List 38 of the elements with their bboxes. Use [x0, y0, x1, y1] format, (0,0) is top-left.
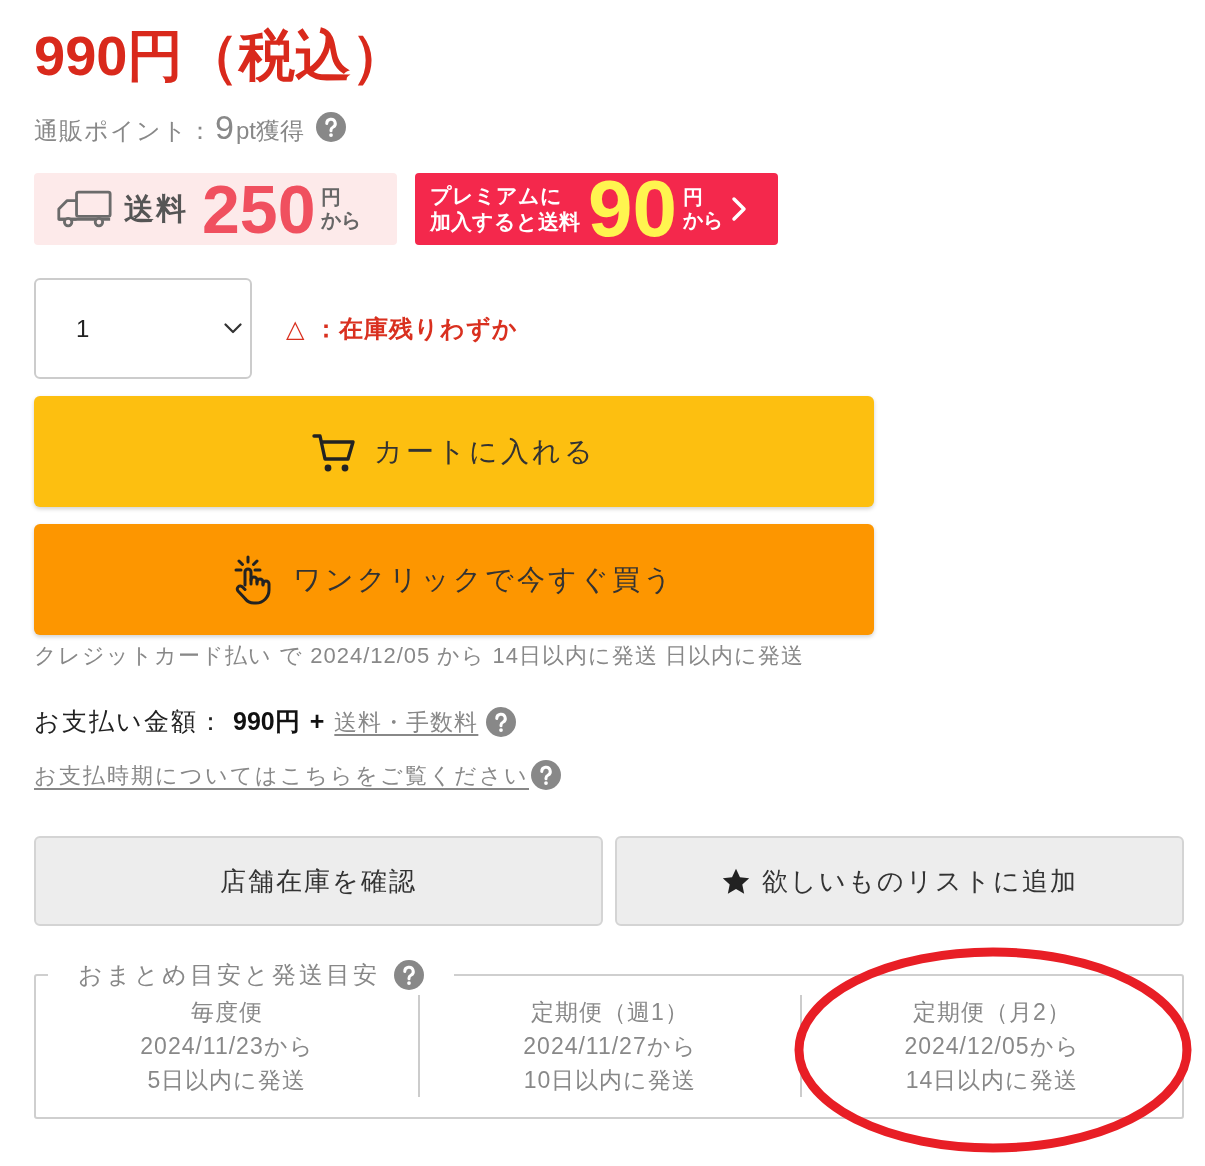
start-date: 2024/11/27から	[523, 1032, 697, 1061]
help-icon[interactable]	[394, 960, 424, 990]
payment-timing-link[interactable]: お支払時期についてはこちらをご覧ください	[34, 758, 529, 792]
payment-amount: 990円	[233, 706, 300, 738]
help-icon[interactable]	[315, 112, 346, 142]
premium-label: プレミアムに 加入すると送料	[430, 183, 580, 235]
plus-sign: +	[309, 706, 325, 738]
help-icon[interactable]	[531, 760, 561, 790]
start-date: 2024/12/05から	[904, 1032, 1080, 1061]
fee-amount: 90	[588, 173, 677, 245]
shipping-time: 14日以内に発送	[905, 1066, 1079, 1095]
shipping-label: 送料	[124, 191, 188, 227]
chevron-down-icon	[224, 323, 242, 334]
start-date: 2024/11/23から	[140, 1032, 314, 1061]
star-icon	[721, 867, 750, 895]
chevron-right-icon	[731, 196, 747, 222]
fee-link[interactable]: 送料・手数料	[334, 704, 485, 740]
stock-status-text: △ ：在庫残りわずか	[286, 313, 518, 345]
quantity-select[interactable]: 1	[34, 278, 252, 379]
points-text: 通販ポイント：9pt獲得	[34, 106, 304, 148]
buy-now-button[interactable]: ワンクリックで今すぐ買う	[34, 524, 874, 635]
store-stock-button[interactable]: 店舗在庫を確認	[34, 836, 603, 926]
wishlist-button[interactable]: 欲しいものリストに追加	[615, 836, 1184, 926]
add-to-cart-button[interactable]: カートに入れる	[34, 396, 874, 507]
plan-name: 定期便（週1）	[531, 998, 689, 1027]
price-text: 990円（税込）	[34, 24, 408, 88]
truck-icon	[56, 190, 112, 228]
plan-name: 定期便（月2）	[913, 998, 1071, 1027]
shipping-time: 10日以内に発送	[523, 1066, 697, 1095]
plan-name: 毎度便	[191, 998, 263, 1027]
shipping-time: 5日以内に発送	[147, 1066, 307, 1095]
fee-amount: 250	[202, 175, 316, 243]
help-icon[interactable]	[486, 707, 517, 737]
panel-title: おまとめ目安と発送目安	[78, 960, 380, 990]
shipping-note: クレジットカード払い で 2024/12/05 から 14日以内に発送 日以内に発送	[34, 642, 805, 670]
fee-unit: 円 から	[683, 186, 723, 232]
payment-label: お支払い金額：	[34, 706, 225, 738]
fee-unit: 円 から	[321, 186, 362, 232]
